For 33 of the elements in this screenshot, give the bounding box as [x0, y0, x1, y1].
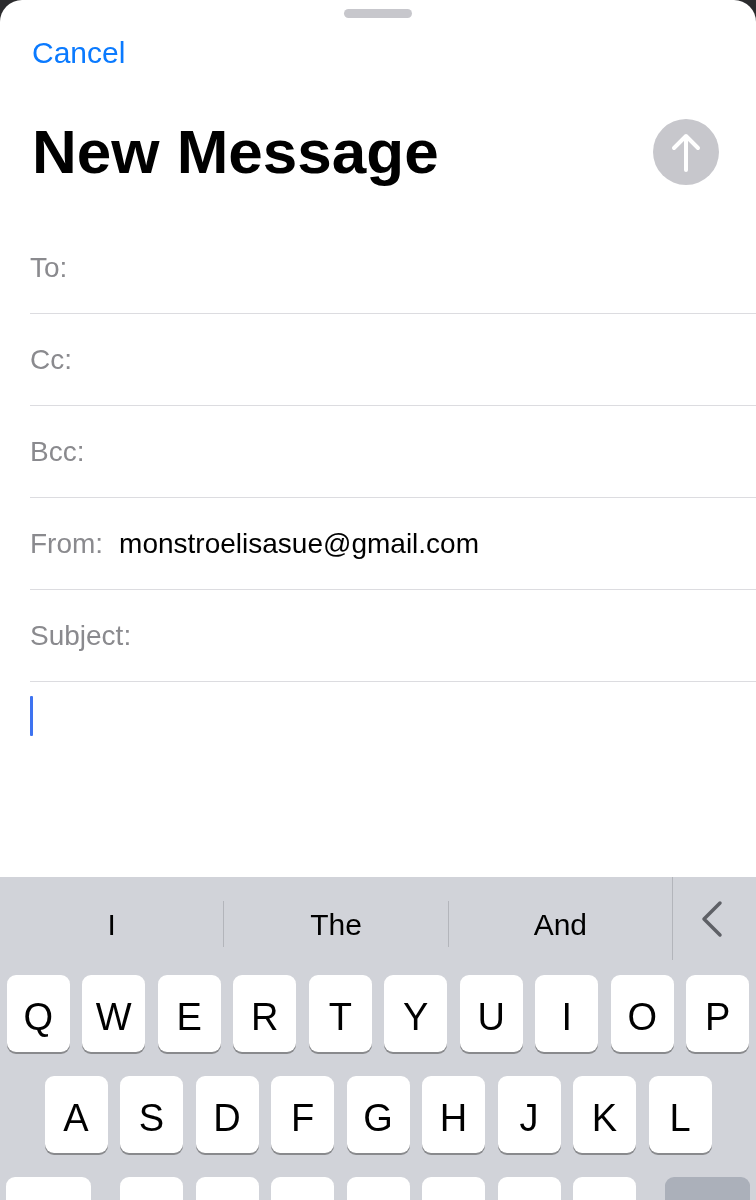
keyboard-key[interactable]: Q: [6, 975, 70, 1052]
keyboard-key[interactable]: P: [686, 975, 750, 1052]
arrow-up-icon: [671, 132, 701, 172]
keyboard-key[interactable]: U: [459, 975, 523, 1052]
keyboard-key[interactable]: H: [422, 1076, 485, 1153]
input-field[interactable]: monstroelisasue@gmail.com: [119, 522, 479, 565]
cancel-button[interactable]: Cancel: [32, 36, 126, 70]
field-label: To:: [30, 250, 68, 285]
keyboard-key[interactable]: K: [573, 1076, 636, 1153]
keyboard-key[interactable]: J: [497, 1076, 561, 1153]
keyboard-key[interactable]: O: [610, 975, 674, 1052]
field-label: Subject:: [30, 618, 132, 653]
field-label: Cc:: [30, 342, 72, 377]
field-label: From:: [30, 526, 104, 561]
keyboard-key[interactable]: Y: [384, 975, 448, 1052]
chevron-left-icon: [699, 899, 724, 938]
word-suggestion[interactable]: And: [448, 901, 672, 947]
keyboard-key[interactable]: S: [120, 1076, 183, 1153]
keyboard-key[interactable]: G: [346, 1076, 410, 1153]
keyboard-key[interactable]: R: [233, 975, 297, 1052]
word-suggestion[interactable]: The: [224, 901, 448, 947]
keyboard-key[interactable]: W: [82, 975, 146, 1052]
keyboard-key[interactable]: F: [271, 1076, 334, 1153]
keyboard-key[interactable]: L: [648, 1076, 712, 1153]
keyboard-key[interactable]: T: [308, 975, 372, 1052]
drag-handle[interactable]: [344, 9, 412, 18]
screen-title: New Message: [32, 116, 439, 188]
keyboard-key[interactable]: I: [535, 975, 599, 1052]
word-suggestion[interactable]: I: [0, 901, 224, 947]
keyboard-key[interactable]: A: [44, 1076, 108, 1153]
field-label: Bcc:: [30, 434, 85, 469]
keyboard-key[interactable]: D: [195, 1076, 259, 1153]
keyboard-key[interactable]: E: [157, 975, 221, 1052]
